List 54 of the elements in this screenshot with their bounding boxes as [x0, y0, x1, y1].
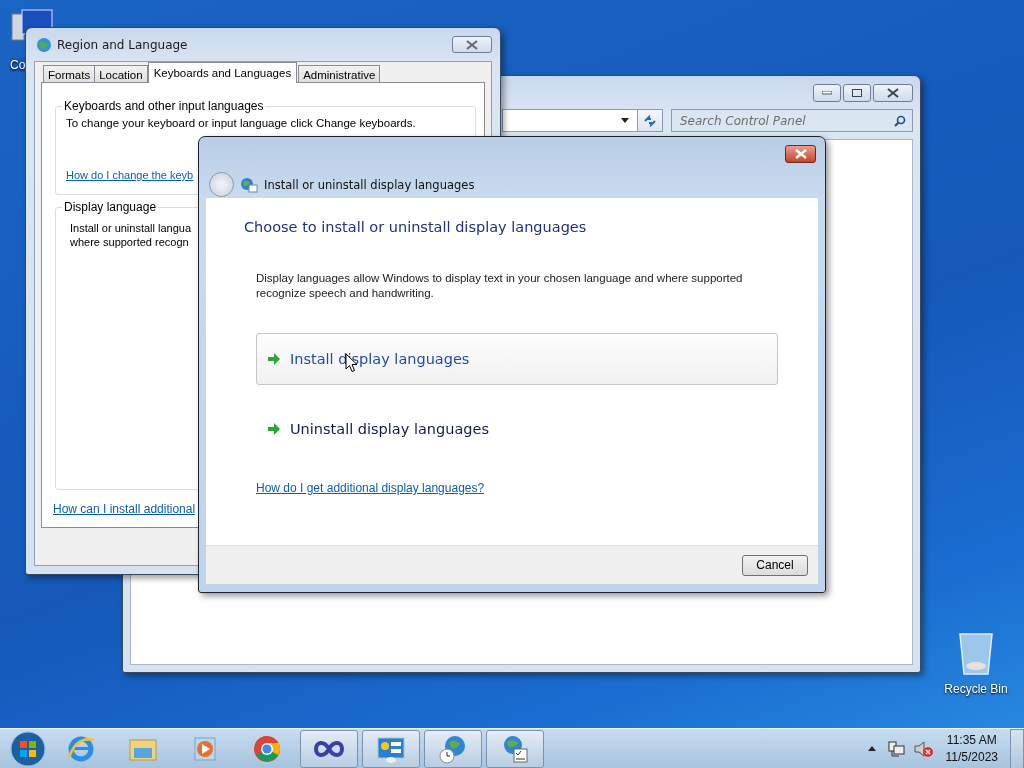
taskbar-button[interactable] — [300, 729, 358, 768]
refresh-icon — [643, 114, 657, 127]
refresh-button[interactable] — [637, 109, 663, 132]
back-button[interactable] — [209, 172, 234, 197]
maximize-button[interactable] — [843, 84, 871, 102]
volume-muted-icon[interactable] — [913, 740, 934, 757]
command-link[interactable]: Uninstall display languages — [256, 407, 778, 451]
search-field[interactable]: Search Control Panel — [671, 109, 913, 132]
taskbar-button[interactable] — [486, 729, 544, 768]
show-desktop-button[interactable] — [1010, 728, 1024, 768]
tab[interactable]: Location — [94, 65, 148, 83]
network-icon[interactable] — [887, 740, 906, 757]
tab[interactable]: Keyboards and Languages — [147, 62, 298, 83]
page-heading: Choose to install or uninstall display languages — [244, 219, 588, 235]
dropdown-arrow-icon[interactable] — [621, 118, 629, 123]
help-link[interactable]: How do I get additional display languages? — [256, 481, 485, 495]
clock[interactable]: 11:35 AM 11/5/2023 — [941, 731, 1002, 766]
window-title: Region and Language — [57, 37, 188, 52]
back-arrow-icon — [214, 179, 229, 190]
taskbar-button[interactable] — [362, 729, 420, 768]
tab[interactable]: Administrative — [298, 65, 381, 83]
close-button[interactable] — [785, 145, 816, 163]
close-button[interactable] — [452, 36, 492, 53]
globe-icon — [36, 36, 52, 53]
up-arrow-icon — [867, 746, 876, 751]
close-icon — [794, 149, 807, 159]
desktop-icon-label[interactable]: Co — [10, 58, 26, 72]
group-text: To change your keyboard or input language click Change keyboards. — [66, 117, 417, 129]
arrow-icon — [267, 353, 281, 365]
window-title: Install or uninstall display languages — [264, 177, 475, 192]
windows-logo-icon — [10, 730, 46, 767]
restore-icon — [852, 89, 862, 97]
tab[interactable]: Formats — [43, 65, 96, 83]
description-text: Display languages allow Windows to display text in your chosen language and where supported recognize speech and handwriting. — [256, 271, 744, 301]
recycle-bin-icon[interactable] — [957, 630, 995, 676]
search-icon — [894, 115, 906, 127]
minimize-button[interactable] — [813, 84, 841, 102]
close-icon — [466, 39, 478, 50]
taskbar-button[interactable] — [424, 729, 482, 768]
help-link[interactable]: How can I install additional — [53, 502, 196, 516]
arrow-icon — [267, 423, 281, 435]
help-link[interactable]: How do I change the keyb — [66, 169, 194, 181]
close-button[interactable] — [873, 84, 913, 102]
group-text: Install or uninstall langua — [70, 222, 192, 234]
group-title: Display language — [63, 200, 158, 214]
cancel-button[interactable]: Cancel — [742, 554, 808, 576]
round-browser-icon — [252, 733, 282, 764]
minimize-icon — [822, 91, 832, 95]
group-text: where supported recogn — [70, 236, 189, 248]
globe-clock-icon — [438, 733, 468, 764]
group-title: Keyboards and other input languages — [63, 99, 265, 113]
globe-icon — [240, 176, 258, 193]
close-icon — [887, 88, 899, 98]
desktop-icon-label[interactable]: Recycle Bin — [944, 682, 1008, 696]
